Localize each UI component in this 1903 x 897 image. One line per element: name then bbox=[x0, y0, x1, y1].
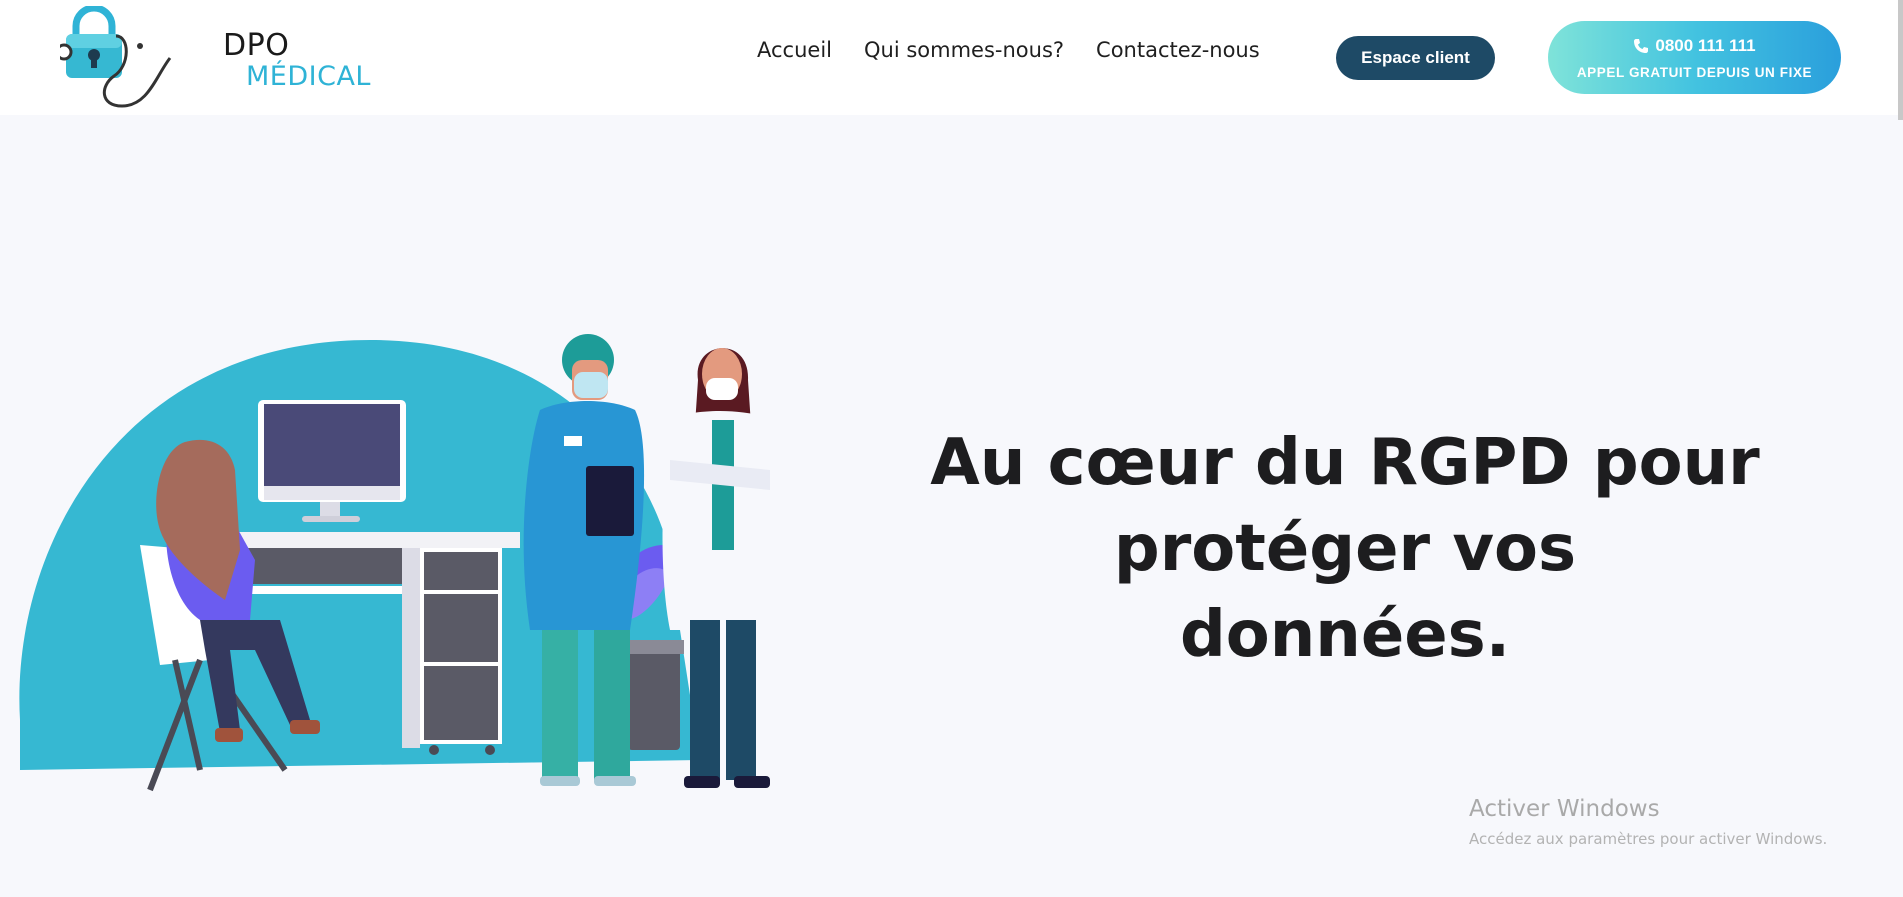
logo-text-top: DPO bbox=[223, 28, 290, 63]
phone-line: 0800 111 111 bbox=[1548, 36, 1841, 56]
windows-activation-subtitle: Accédez aux paramètres pour activer Wind… bbox=[1469, 830, 1828, 848]
phone-number: 0800 111 111 bbox=[1655, 36, 1756, 55]
hero-title-line-3: données. bbox=[1179, 598, 1511, 672]
site-logo[interactable]: DPO MÉDICAL bbox=[55, 4, 370, 110]
nav-item-qui-sommes-nous[interactable]: Qui sommes-nous? bbox=[864, 38, 1064, 62]
phone-icon bbox=[1634, 39, 1649, 53]
nav-item-contactez-nous[interactable]: Contactez-nous bbox=[1096, 38, 1260, 62]
logo-text-bottom: MÉDICAL bbox=[246, 61, 371, 92]
windows-activation-title: Activer Windows bbox=[1469, 796, 1660, 822]
hero-title: Au cœur du RGPD pour protéger vos donnée… bbox=[900, 420, 1790, 678]
medical-staff-office-illustration bbox=[10, 300, 780, 810]
page-scrollbar[interactable] bbox=[1898, 0, 1903, 120]
espace-client-button[interactable]: Espace client bbox=[1336, 36, 1495, 80]
hero-title-line-1: Au cœur du RGPD pour bbox=[930, 426, 1760, 500]
main-nav: Accueil Qui sommes-nous? Contactez-nous bbox=[757, 38, 1260, 62]
phone-call-button[interactable]: 0800 111 111 APPEL GRATUIT DEPUIS UN FIX… bbox=[1548, 21, 1841, 94]
nav-item-accueil[interactable]: Accueil bbox=[757, 38, 832, 62]
phone-note: APPEL GRATUIT DEPUIS UN FIXE bbox=[1576, 65, 1813, 80]
site-header: DPO MÉDICAL Accueil Qui sommes-nous? Con… bbox=[0, 0, 1903, 115]
espace-client-label: Espace client bbox=[1361, 48, 1470, 67]
hero-title-line-2: protéger vos bbox=[1113, 512, 1577, 586]
